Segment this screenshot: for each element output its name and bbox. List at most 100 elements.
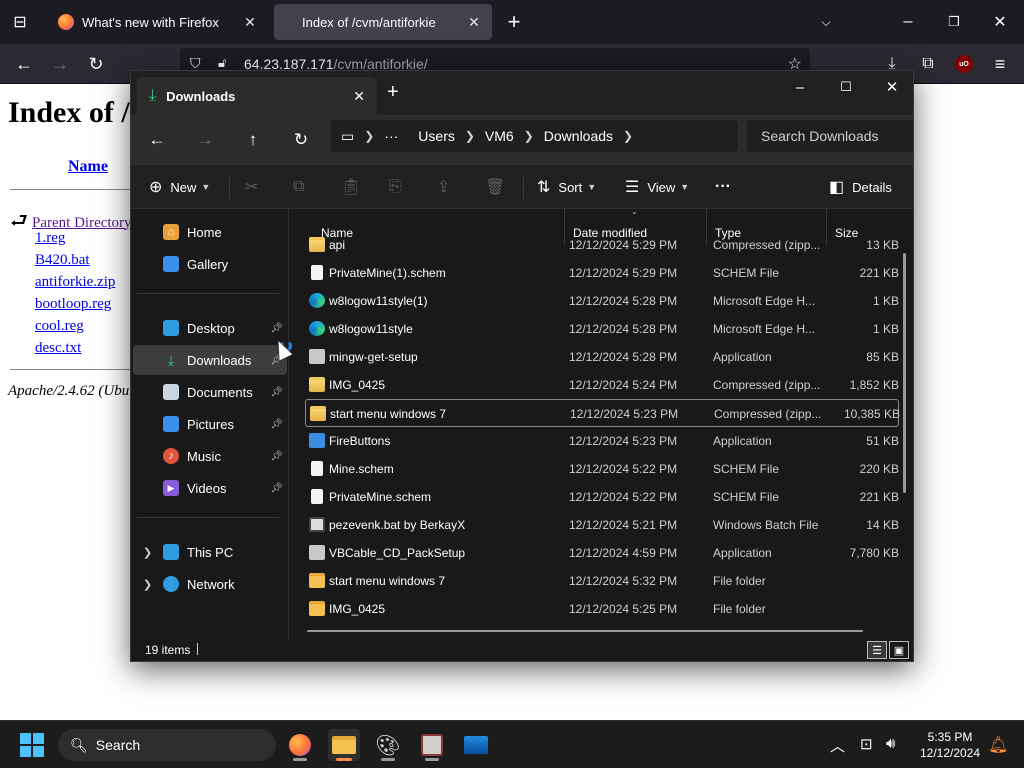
address-bar[interactable]: ▭ ❯ ··· Users ❯ VM6 ❯ Downloads ❯ — [331, 120, 738, 152]
menu-icon[interactable]: ≡ — [984, 48, 1016, 80]
tab-index-of[interactable]: Index of /cvm/antiforkie ✕ — [274, 4, 492, 40]
copy-button[interactable]: ⧉ — [293, 171, 312, 203]
start-button[interactable] — [20, 733, 44, 757]
back-icon[interactable]: ← — [8, 48, 40, 80]
share-button[interactable]: ⇪ — [437, 171, 458, 203]
list-tabs-icon[interactable]: ⌵ — [810, 6, 842, 38]
nav-item-gallery[interactable]: Gallery — [133, 249, 287, 279]
nav-item-music[interactable]: ♪ Music 📌︎ — [133, 441, 287, 471]
new-button[interactable]: ⊕ New ▼ — [149, 171, 210, 203]
nav-item-downloads[interactable]: ⤓ Downloads 📌︎ — [133, 345, 287, 375]
file-link[interactable]: desc.txt — [35, 340, 81, 357]
ublock-icon[interactable]: uO — [948, 48, 980, 80]
file-link[interactable]: bootloop.reg — [35, 296, 111, 313]
insecure-lock-icon[interactable]: 🔓︎ — [218, 55, 226, 71]
breadcrumb-vm6[interactable]: VM6 — [485, 128, 514, 144]
nav-item-this-pc[interactable]: ❯ This PC — [133, 537, 287, 567]
rename-button[interactable]: ⎘ — [389, 171, 410, 203]
pin-icon[interactable]: 📌︎ — [270, 387, 283, 398]
file-row[interactable]: w8logow11style 12/12/2024 5:28 PM Microsof… — [305, 315, 899, 343]
pin-icon[interactable]: 📌︎ — [270, 451, 283, 462]
system-clock[interactable]: 5:35 PM 12/12/2024 — [912, 729, 988, 761]
nav-item-videos[interactable]: ▶ Videos 📌︎ — [133, 473, 287, 503]
sort-button[interactable]: ⇅ Sort ▼ — [537, 171, 596, 203]
nav-item-desktop[interactable]: Desktop 📌︎ — [133, 313, 287, 343]
file-row[interactable]: api 12/12/2024 5:29 PM Compressed (zipp...… — [305, 231, 899, 259]
maximize-icon[interactable]: ☐ — [823, 71, 869, 103]
close-window-icon[interactable]: ✕ — [869, 71, 913, 103]
file-link[interactable]: cool.reg — [35, 318, 84, 335]
horizontal-scrollbar[interactable] — [307, 630, 863, 632]
file-link[interactable]: B420.bat — [35, 252, 90, 269]
file-row[interactable]: pezevenk.bat by BerkayX 12/12/2024 5:21 P… — [305, 511, 899, 539]
forward-icon[interactable]: → — [44, 48, 76, 80]
file-row[interactable]: w8logow11style(1) 12/12/2024 5:28 PM Micro… — [305, 287, 899, 315]
taskbar-search[interactable]: 🔍︎ Search — [58, 729, 276, 761]
vertical-scrollbar[interactable] — [903, 253, 906, 493]
details-button[interactable]: ◧ Details — [829, 171, 892, 203]
file-row[interactable]: Mine.schem 12/12/2024 5:22 PM SCHEM File 22… — [305, 455, 899, 483]
pin-icon[interactable]: 📌︎ — [270, 483, 283, 494]
forward-icon[interactable]: → — [189, 124, 221, 156]
search-input[interactable]: Search Downloads — [747, 120, 913, 152]
delete-button[interactable]: 🗑︎ — [485, 171, 513, 203]
restore-icon[interactable]: ❐ — [938, 6, 970, 38]
chevron-right-icon[interactable]: ❯ — [364, 129, 374, 143]
reload-icon[interactable]: ↻ — [80, 48, 112, 80]
details-view-button[interactable]: ☰ — [867, 641, 887, 659]
chevron-right-icon[interactable]: ❯ — [524, 129, 534, 143]
speaker-icon[interactable]: 🔊︎ — [886, 735, 895, 752]
file-row[interactable]: start menu windows 7 12/12/2024 5:32 PM Fi… — [305, 567, 899, 595]
close-icon[interactable]: ✕ — [466, 14, 482, 31]
close-icon[interactable]: ✕ — [242, 14, 258, 31]
file-row[interactable]: PrivateMine(1).schem 12/12/2024 5:29 PM SC… — [305, 259, 899, 287]
minimize-icon[interactable]: – — [777, 71, 823, 103]
tab-whats-new[interactable]: What's new with Firefox ✕ — [48, 4, 268, 40]
chevron-right-icon[interactable]: ❯ — [465, 129, 475, 143]
file-row[interactable]: IMG_0425 12/12/2024 5:25 PM File folder — [305, 595, 899, 623]
up-icon[interactable]: ↑ — [237, 124, 269, 156]
taskbar-firefox[interactable] — [284, 729, 316, 761]
cut-button[interactable]: ✂ — [245, 171, 266, 203]
taskbar-app[interactable] — [460, 729, 492, 761]
back-icon[interactable]: ← — [141, 124, 173, 156]
close-window-icon[interactable]: ✕ — [984, 6, 1016, 38]
breadcrumb-users[interactable]: Users — [418, 128, 455, 144]
file-row[interactable]: IMG_0425 12/12/2024 5:24 PM Compressed (zi… — [305, 371, 899, 399]
pin-icon[interactable]: 📌︎ — [270, 419, 283, 430]
view-button[interactable]: ☰ View ▼ — [625, 171, 689, 203]
chevron-right-icon[interactable]: ❯ — [623, 129, 633, 143]
notification-bell-icon[interactable]: 🔔︎ — [988, 735, 1008, 755]
nav-item-home[interactable]: ⌂ Home — [133, 217, 287, 247]
nav-item-network[interactable]: ❯ Network — [133, 569, 287, 599]
breadcrumb-ellipsis[interactable]: ··· — [384, 128, 398, 144]
new-tab-button[interactable]: + — [387, 81, 399, 104]
pin-icon[interactable]: 📌︎ — [270, 323, 283, 334]
name-column-link[interactable]: Name — [68, 158, 108, 176]
nav-item-pictures[interactable]: Pictures 📌︎ — [133, 409, 287, 439]
refresh-icon[interactable]: ↻ — [285, 124, 317, 156]
nav-item-documents[interactable]: Documents 📌︎ — [133, 377, 287, 407]
file-row[interactable]: mingw-get-setup 12/12/2024 5:28 PM Applica… — [305, 343, 899, 371]
breadcrumb-downloads[interactable]: Downloads — [544, 128, 613, 144]
chevron-up-icon[interactable]: ︿ — [830, 735, 845, 756]
taskbar-paint[interactable]: 🎨︎ — [372, 729, 404, 761]
file-row[interactable]: FireButtons 12/12/2024 5:23 PM Application… — [305, 427, 899, 455]
file-link[interactable]: antiforkie.zip — [35, 274, 115, 291]
new-tab-button[interactable]: + — [498, 6, 530, 38]
file-row[interactable]: PrivateMine.schem 12/12/2024 5:22 PM SCHEM… — [305, 483, 899, 511]
network-display-icon[interactable]: ⊡ — [860, 735, 873, 753]
taskbar-installer[interactable] — [416, 729, 448, 761]
firefox-view-icon[interactable]: ⊟ — [4, 6, 36, 38]
file-row[interactable]: start menu windows 7 12/12/2024 5:23 PM Co… — [305, 399, 900, 427]
explorer-tab-downloads[interactable]: ⤓ Downloads ✕ — [137, 77, 377, 115]
more-options-button[interactable]: ··· — [715, 171, 731, 203]
close-icon[interactable]: ✕ — [353, 88, 365, 105]
taskbar-file-explorer[interactable] — [328, 729, 360, 761]
paste-button[interactable]: 📋︎ — [341, 171, 369, 203]
parent-directory-link[interactable]: Parent Directory — [32, 215, 132, 232]
chevron-right-icon[interactable]: ❯ — [143, 546, 152, 559]
file-row[interactable]: VBCable_CD_PackSetup 12/12/2024 4:59 PM Ap… — [305, 539, 899, 567]
tiles-view-button[interactable]: ▣ — [889, 641, 909, 659]
extensions-icon[interactable]: ⧉ — [912, 48, 944, 80]
